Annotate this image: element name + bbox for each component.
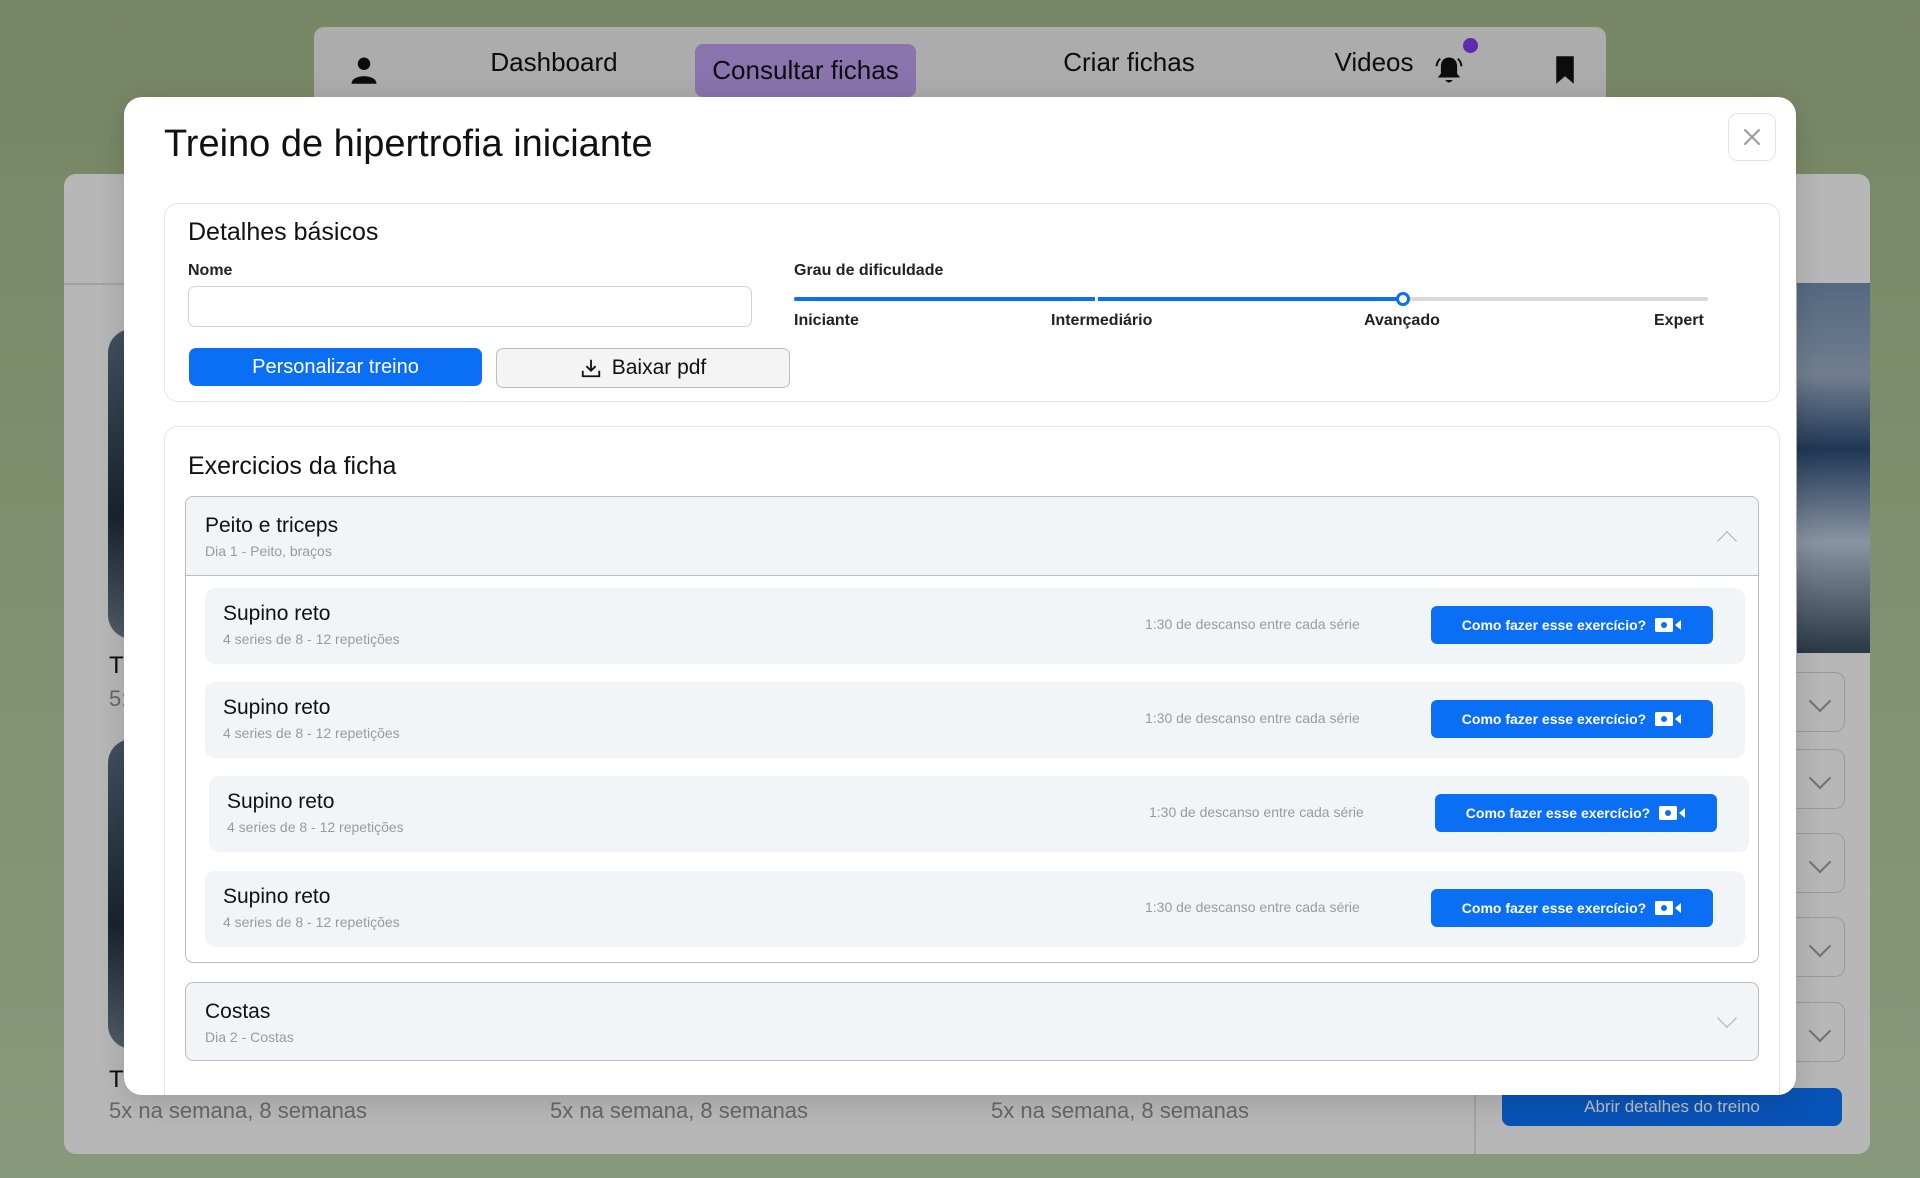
level-iniciante[interactable]: Iniciante	[794, 312, 859, 330]
download-icon	[581, 359, 600, 378]
download-pdf-button[interactable]: Baixar pdf	[496, 348, 790, 388]
how-to-exercise-button[interactable]: Como fazer esse exercício?	[1435, 794, 1717, 832]
chevron-up-icon	[1717, 531, 1737, 551]
level-expert[interactable]: Expert	[1654, 312, 1704, 330]
how-to-label: Como fazer esse exercício?	[1461, 900, 1647, 916]
exercise-name: Supino reto	[223, 885, 331, 908]
exercise-sets: 4 series de 8 - 12 repetições	[227, 819, 404, 835]
how-to-label: Como fazer esse exercício?	[1461, 617, 1647, 633]
difficulty-slider-handle[interactable]	[1396, 292, 1411, 306]
exercise-group-costas[interactable]: Costas Dia 2 - Costas	[185, 982, 1759, 1061]
exercise-name: Supino reto	[227, 790, 335, 813]
exercise-row: Supino reto 4 series de 8 - 12 repetiçõe…	[205, 588, 1745, 664]
exercise-sets: 4 series de 8 - 12 repetições	[223, 631, 400, 647]
how-to-exercise-button[interactable]: Como fazer esse exercício?	[1431, 606, 1713, 644]
video-camera-icon	[1655, 712, 1682, 726]
exercise-name: Supino reto	[223, 696, 331, 719]
exercise-rest: 1:30 de descanso entre cada série	[1149, 804, 1364, 820]
slider-segment-gap	[1095, 296, 1098, 302]
how-to-exercise-button[interactable]: Como fazer esse exercício?	[1431, 700, 1713, 738]
exercise-rest: 1:30 de descanso entre cada série	[1145, 899, 1360, 915]
modal-title: Treino de hipertrofia iniciante	[164, 123, 653, 165]
video-camera-icon	[1655, 618, 1682, 632]
group-subtitle: Dia 2 - Costas	[205, 1029, 294, 1045]
section-title: Detalhes básicos	[188, 218, 379, 246]
download-pdf-label: Baixar pdf	[611, 356, 707, 379]
personalize-workout-button[interactable]: Personalizar treino	[189, 348, 482, 386]
close-icon	[1744, 129, 1760, 145]
video-camera-icon	[1655, 901, 1682, 915]
exercise-sets: 4 series de 8 - 12 repetições	[223, 725, 400, 741]
how-to-exercise-button[interactable]: Como fazer esse exercício?	[1431, 889, 1713, 927]
video-camera-icon	[1659, 806, 1686, 820]
how-to-label: Como fazer esse exercício?	[1461, 711, 1647, 727]
exercise-row: Supino reto 4 series de 8 - 12 repetiçõe…	[205, 682, 1745, 758]
exercise-sets: 4 series de 8 - 12 repetições	[223, 914, 400, 930]
accordion-body: Supino reto 4 series de 8 - 12 repetiçõe…	[186, 575, 1758, 962]
exercise-row: Supino reto 4 series de 8 - 12 repetiçõe…	[209, 776, 1749, 852]
exercise-name: Supino reto	[223, 602, 331, 625]
exercise-rest: 1:30 de descanso entre cada série	[1145, 616, 1360, 632]
name-label: Nome	[188, 262, 233, 279]
exercise-rest: 1:30 de descanso entre cada série	[1145, 710, 1360, 726]
workout-modal: Treino de hipertrofia iniciante Detalhes…	[124, 97, 1796, 1095]
accordion-header[interactable]: Peito e triceps Dia 1 - Peito, braços	[186, 497, 1758, 575]
exercise-row: Supino reto 4 series de 8 - 12 repetiçõe…	[205, 871, 1745, 947]
close-button[interactable]	[1728, 113, 1776, 161]
difficulty-label: Grau de dificuldade	[794, 262, 944, 279]
section-title: Exercicios da ficha	[188, 452, 397, 480]
group-subtitle: Dia 1 - Peito, braços	[205, 543, 332, 559]
group-title: Costas	[205, 1000, 271, 1023]
basic-details-section: Detalhes básicos Nome Personalizar trein…	[164, 203, 1780, 402]
difficulty-slider-fill	[794, 297, 1404, 301]
name-input[interactable]	[188, 286, 752, 327]
exercises-section: Exercicios da ficha Peito e triceps Dia …	[164, 426, 1780, 1095]
chevron-down-icon	[1717, 1008, 1737, 1028]
group-title: Peito e triceps	[205, 514, 339, 537]
how-to-label: Como fazer esse exercício?	[1465, 805, 1651, 821]
level-intermediario[interactable]: Intermediário	[1051, 312, 1152, 330]
level-avancado[interactable]: Avançado	[1364, 312, 1440, 330]
exercise-group-peito-triceps: Peito e triceps Dia 1 - Peito, braços Su…	[185, 496, 1759, 963]
